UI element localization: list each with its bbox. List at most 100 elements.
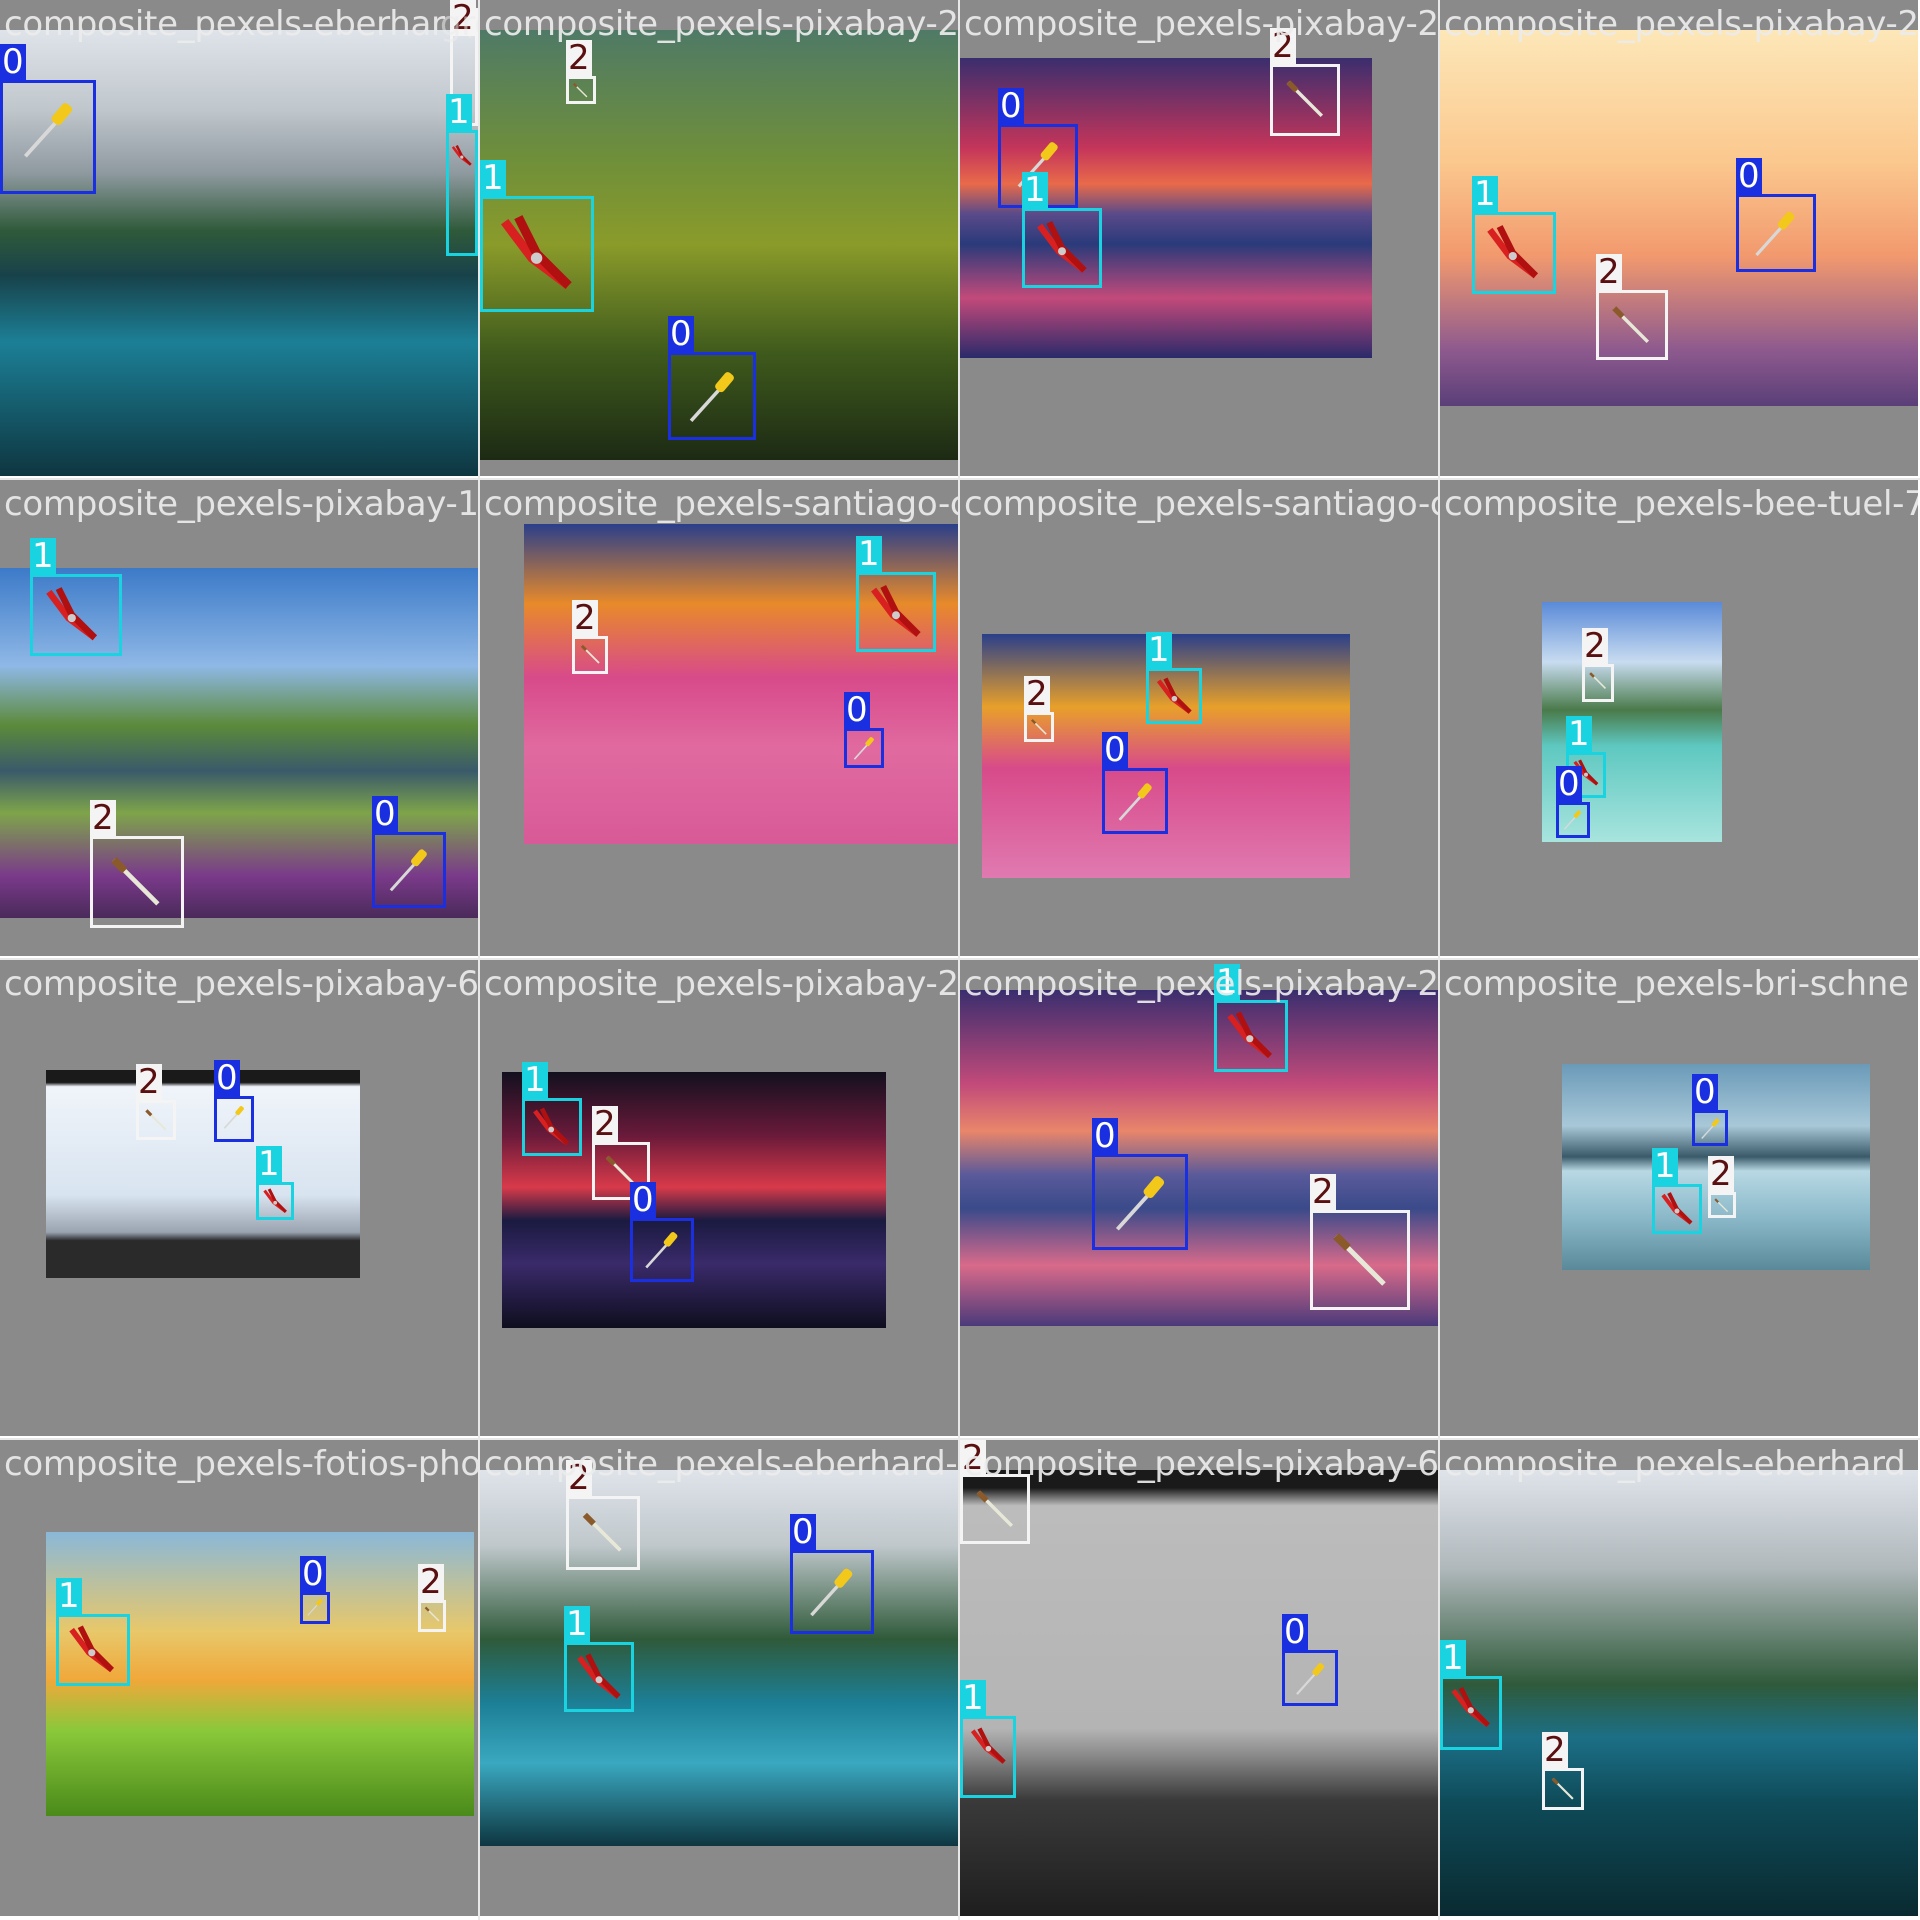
- class-label-2: 2: [572, 598, 598, 638]
- class-label-0: 0: [1736, 156, 1762, 196]
- mosaic-tile: composite_pexels-fotios-photos-1107717_1…: [0, 1440, 478, 1916]
- screwdriver-bounding-box: [214, 1096, 254, 1142]
- file-bounding-box: [1708, 1192, 1736, 1218]
- class-label-2: 2: [136, 1062, 162, 1102]
- mosaic-tile: composite_pexels-pixabay-206359_17.png10…: [960, 960, 1438, 1436]
- grid-divider: [0, 958, 1920, 960]
- pliers-bounding-box: [522, 1098, 582, 1156]
- class-label-1: 1: [1214, 962, 1240, 1002]
- class-label-0: 0: [668, 314, 694, 354]
- class-label-1: 1: [1146, 630, 1172, 670]
- tile-filename: composite_pexels-bee-tuel-7: [1444, 484, 1918, 524]
- grid-divider: [478, 0, 480, 1920]
- screwdriver-bounding-box: [1692, 1110, 1728, 1146]
- mosaic-tile: composite_pexels-bee-tuel-7 2 1 0: [1440, 480, 1918, 956]
- screwdriver-bounding-box: [790, 1550, 874, 1634]
- file-bounding-box: [1024, 712, 1054, 742]
- mosaic-tile: composite_pexels-eberhard 1 2: [1440, 1440, 1918, 1916]
- file-bounding-box: [572, 636, 608, 674]
- class-label-0: 0: [790, 1512, 816, 1552]
- class-label-0: 0: [1102, 730, 1128, 770]
- class-label-0: 0: [630, 1180, 656, 1220]
- screwdriver-bounding-box: [300, 1592, 330, 1624]
- composite-photo: [960, 1470, 1438, 1916]
- pliers-bounding-box: [1022, 208, 1102, 288]
- mosaic-tile: composite_pexels-eberhard-grosshans-4434…: [480, 1440, 958, 1916]
- file-bounding-box: [90, 836, 184, 928]
- class-label-2: 2: [1582, 626, 1608, 666]
- class-label-2: 2: [1542, 1730, 1568, 1770]
- pliers-bounding-box: [56, 1614, 130, 1686]
- class-label-1: 1: [30, 536, 56, 576]
- mosaic-grid: composite_pexels-eberhargrosshans-443446…: [0, 0, 1920, 1920]
- screwdriver-bounding-box: [630, 1218, 694, 1282]
- pliers-bounding-box: [856, 572, 936, 652]
- file-bounding-box: [136, 1100, 176, 1140]
- composite-photo: [1440, 1470, 1918, 1916]
- file-bounding-box: [418, 1600, 446, 1632]
- class-label-2: 2: [1024, 674, 1050, 714]
- pliers-bounding-box: [1472, 212, 1556, 294]
- mosaic-tile: composite_pexels-pixabay-69773_12.png201: [960, 1440, 1438, 1916]
- tile-filename: composite_pexels-santiago-campos-82625: [964, 484, 1438, 524]
- class-label-1: 1: [480, 158, 506, 198]
- class-label-2: 2: [960, 1440, 986, 1478]
- file-bounding-box: [1596, 290, 1668, 360]
- screwdriver-bounding-box: [1736, 194, 1816, 272]
- class-label-2: 2: [1596, 252, 1622, 292]
- class-label-1: 1: [1022, 170, 1048, 210]
- class-label-1: 1: [1472, 174, 1498, 214]
- class-label-2: 2: [418, 1562, 444, 1602]
- pliers-bounding-box: [446, 130, 478, 256]
- grid-divider: [0, 478, 1920, 480]
- pliers-bounding-box: [480, 196, 594, 312]
- class-label-0: 0: [1282, 1612, 1308, 1652]
- screwdriver-bounding-box: [1282, 1650, 1338, 1706]
- pliers-bounding-box: [1652, 1184, 1702, 1234]
- tile-filename: composite_pexels-pixabay-158063_07.png: [4, 484, 478, 524]
- class-label-1: 1: [56, 1576, 82, 1616]
- pliers-bounding-box: [256, 1182, 294, 1220]
- file-bounding-box: [960, 1474, 1030, 1544]
- class-label-1: 1: [1652, 1146, 1678, 1186]
- class-label-0: 0: [998, 86, 1024, 126]
- composite-photo: [480, 1470, 958, 1846]
- class-label-1: 1: [446, 92, 472, 132]
- screwdriver-bounding-box: [1092, 1154, 1188, 1250]
- grid-divider: [1438, 0, 1440, 1920]
- mosaic-tile: composite_pexels-bri-schne 0 1 2: [1440, 960, 1918, 1436]
- class-label-1: 1: [1440, 1638, 1466, 1678]
- class-label-0: 0: [372, 794, 398, 834]
- class-label-0: 0: [1556, 764, 1582, 804]
- mosaic-tile: composite_pexels-pixabay-2 1 0 2: [1440, 0, 1918, 476]
- pliers-bounding-box: [1214, 1000, 1288, 1072]
- file-bounding-box: [1542, 1768, 1584, 1810]
- class-label-0: 0: [844, 690, 870, 730]
- class-label-1: 1: [1566, 714, 1592, 754]
- class-label-0: 0: [1092, 1116, 1118, 1156]
- class-label-2: 2: [1708, 1154, 1734, 1194]
- class-label-0: 0: [300, 1554, 326, 1594]
- class-label-1: 1: [960, 1678, 986, 1718]
- composite-photo: [46, 1070, 360, 1278]
- tile-filename: composite_pexels-pixabay-206359_05.png: [964, 4, 1438, 44]
- file-bounding-box: [1270, 64, 1340, 136]
- tile-filename: composite_pexels-bri-schne: [1444, 964, 1909, 1004]
- file-bounding-box: [1582, 664, 1614, 702]
- class-label-0: 0: [0, 42, 26, 82]
- tile-filename: composite_pexels-pixabay-69773_02.png: [4, 964, 478, 1004]
- screwdriver-bounding-box: [1102, 768, 1168, 834]
- class-label-1: 1: [564, 1604, 590, 1644]
- class-label-2: 2: [592, 1104, 618, 1144]
- pliers-bounding-box: [30, 574, 122, 656]
- mosaic-tile: composite_pexels-eberhargrosshans-443446…: [0, 0, 478, 476]
- pliers-bounding-box: [1440, 1676, 1502, 1750]
- mosaic-tile: composite_pexels-santiago-campos-82625 2 1…: [480, 480, 958, 956]
- class-label-1: 1: [856, 534, 882, 574]
- screwdriver-bounding-box: [1556, 802, 1590, 838]
- class-label-2: 2: [450, 0, 476, 38]
- mosaic-tile: composite_pexels-pixabay-69773_02.png 2 0 1: [0, 960, 478, 1436]
- class-label-2: 2: [566, 38, 592, 78]
- class-label-1: 1: [256, 1144, 282, 1184]
- class-label-2: 2: [566, 1458, 592, 1498]
